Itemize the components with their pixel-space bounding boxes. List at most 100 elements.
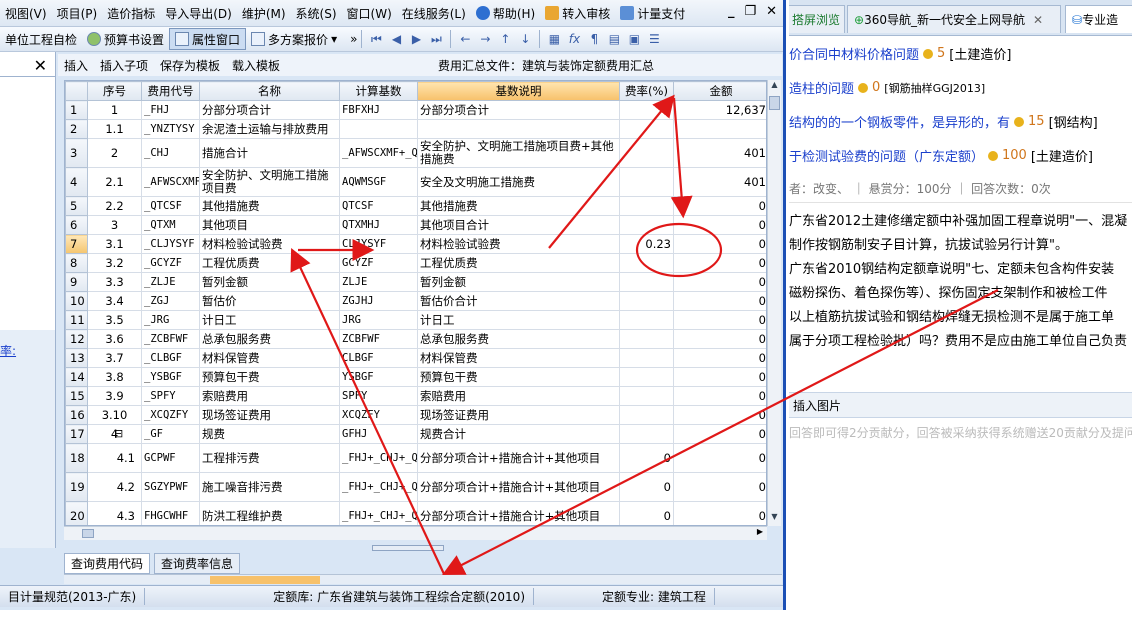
menu-view[interactable]: 视图(V) [0, 5, 52, 22]
cell-base[interactable]: ZCBFWF [339, 329, 418, 349]
cell-rate[interactable] [619, 291, 674, 311]
cell-base[interactable]: QTXMHJ [339, 215, 418, 235]
scroll-thumb[interactable] [769, 96, 780, 110]
table-row[interactable]: 4 2.1 _AFWSCXMF 安全防护、文明施工措施项目费 AQWMSGF 安全及文明施… [65, 167, 766, 197]
cell-base[interactable]: GFHJ [339, 424, 418, 444]
cell-base-desc[interactable]: 总承包服务费 [417, 329, 620, 349]
cell-code[interactable]: _AFWSCXMF [141, 167, 200, 197]
vertical-scrollbar[interactable]: ▲ ▼ [767, 80, 781, 526]
cell-name[interactable]: 预算包干费 [199, 367, 340, 387]
cell-name[interactable]: 工程优质费 [199, 253, 340, 273]
table-row[interactable]: 6 3 _QTXM 其他项目 QTXMHJ 其他项目合计 0 [65, 215, 766, 235]
col-name[interactable]: 名称 [199, 81, 340, 101]
cell-base[interactable]: YSBGF [339, 367, 418, 387]
table-row[interactable]: 17 4 ⊟ _GF 规费 GFHJ 规费合计 0 [65, 424, 766, 444]
table-row[interactable]: 8 3.2 _GCYZF 工程优质费 GCYZF 工程优质费 0 [65, 253, 766, 273]
table-row[interactable]: 32_CHJ措施合计_AFWSCXMF+_QTCSF安全防护、文明施工措施项目费… [65, 138, 766, 168]
cell-code[interactable]: _YNZTYSY [141, 119, 200, 139]
cell-code[interactable]: _CLJYSYF [141, 234, 200, 254]
scroll-right-icon[interactable]: ▶ [757, 527, 763, 536]
arrow-right-icon[interactable]: → [477, 31, 493, 47]
cell-base[interactable]: _FHJ+_CHJ+_QTXM [339, 443, 418, 473]
cell-seq[interactable]: 4.3 [87, 501, 142, 525]
cell-name[interactable]: 材料检验试验费 [199, 234, 340, 254]
cell-amount[interactable]: 0 [673, 424, 766, 444]
cell-rate[interactable] [619, 119, 674, 139]
question-tag[interactable]: [土建造价] [949, 44, 1011, 63]
table-row[interactable]: 7 3.1 _CLJYSYF 材料检验试验费 CLJYSYF 材料检验试验费 0.23 0 [65, 234, 766, 254]
cell-name[interactable]: 规费 [199, 424, 340, 444]
cell-rate[interactable]: 0 [619, 443, 674, 473]
cell-code[interactable]: _SPFY [141, 386, 200, 406]
cell-rate[interactable] [619, 100, 674, 120]
tab-query-fee-code[interactable]: 查询费用代码 [64, 552, 151, 574]
cell-base[interactable]: FBFXHJ [339, 100, 418, 120]
cell-amount[interactable]: 0 [673, 386, 766, 406]
menu-import-export[interactable]: 导入导出(D) [160, 5, 237, 22]
cell-code[interactable]: SGZYPWF [141, 472, 200, 502]
last-icon[interactable]: ⏭ [428, 31, 444, 47]
table-row[interactable]: 5 2.2 _QTCSF 其他措施费 QTCSF 其他措施费 0 [65, 196, 766, 216]
paragraph-icon[interactable]: ¶ [586, 31, 602, 47]
cell-base-desc[interactable]: 暂估价合计 [417, 291, 620, 311]
cell-seq[interactable]: 3.2 [87, 253, 142, 273]
cell-base-desc[interactable]: 材料检验试验费 [417, 234, 620, 254]
cell-rate[interactable] [619, 367, 674, 387]
table-row[interactable]: 15 3.9 _SPFY 索赔费用 SPFY 索赔费用 0 [65, 386, 766, 406]
cell-seq[interactable]: 3.3 [87, 272, 142, 292]
cell-amount[interactable] [673, 119, 766, 139]
question-item[interactable]: 造柱的问题 0 [钢筋抽样GGJ2013] [789, 78, 1132, 97]
close-icon[interactable]: ✕ [766, 4, 777, 19]
menu-online-service[interactable]: 在线服务(L) [397, 5, 471, 22]
budget-settings-button[interactable]: 预算书设置 [82, 28, 169, 50]
cell-rate[interactable] [619, 310, 674, 330]
load-template-button[interactable]: 载入模板 [226, 57, 286, 74]
cell-rate[interactable] [619, 424, 674, 444]
multi-plan-button[interactable]: 多方案报价 ▾ [246, 28, 342, 50]
insert-button[interactable]: 插入 [58, 57, 94, 74]
cell-code[interactable]: _YSBGF [141, 367, 200, 387]
arrow-up-icon[interactable]: ↑ [497, 31, 513, 47]
list-icon[interactable]: ☰ [646, 31, 662, 47]
cell-rate[interactable] [619, 348, 674, 368]
cell-base[interactable]: CLBGF [339, 348, 418, 368]
cell-amount[interactable]: 0 [673, 501, 766, 525]
cell-amount[interactable]: 0 [673, 291, 766, 311]
cell-code[interactable]: _QTCSF [141, 196, 200, 216]
table-row[interactable]: 9 3.3 _ZLJE 暂列金额 ZLJE 暂列金额 0 [65, 272, 766, 292]
cell-amount[interactable]: 401 [673, 167, 766, 197]
scroll-up-icon[interactable]: ▲ [768, 80, 781, 94]
cell-base[interactable]: _AFWSCXMF+_QTCSF [339, 138, 418, 168]
scroll-down-icon[interactable]: ▼ [768, 512, 781, 526]
menu-project[interactable]: 项目(P) [52, 5, 103, 22]
cell-base-desc[interactable]: 计日工 [417, 310, 620, 330]
cell-code[interactable]: _ZLJE [141, 272, 200, 292]
cell-base[interactable]: _FHJ+_CHJ+_QTXM [339, 501, 418, 525]
cell-base[interactable]: JRG [339, 310, 418, 330]
cell-amount[interactable]: 0 [673, 405, 766, 425]
cell-code[interactable]: _QTXM [141, 215, 200, 235]
col-code[interactable]: 费用代号 [141, 81, 200, 101]
cell-amount[interactable]: 0 [673, 367, 766, 387]
chart-icon[interactable]: ▣ [626, 31, 642, 47]
cell-base-desc[interactable]: 材料保管费 [417, 348, 620, 368]
cell-rate[interactable] [619, 138, 674, 168]
pane-splitter[interactable] [372, 545, 444, 551]
cell-amount[interactable]: 0 [673, 253, 766, 273]
question-item[interactable]: 于检测试验费的问题（广东定额） 100 [土建造价] [789, 146, 1132, 165]
cell-base[interactable]: SPFY [339, 386, 418, 406]
cell-name[interactable]: 总承包服务费 [199, 329, 340, 349]
cell-rate[interactable] [619, 405, 674, 425]
question-title[interactable]: 于检测试验费的问题（广东定额） [789, 146, 984, 165]
cell-rate[interactable]: 0 [619, 472, 674, 502]
cell-name[interactable]: 暂估价 [199, 291, 340, 311]
cell-seq[interactable]: 3.8 [87, 367, 142, 387]
arrow-down-icon[interactable]: ↓ [517, 31, 533, 47]
unit-check-button[interactable]: 单位工程自检 [0, 28, 82, 50]
menu-window[interactable]: 窗口(W) [342, 5, 397, 22]
cell-rate[interactable] [619, 215, 674, 235]
cell-base-desc[interactable] [417, 119, 620, 139]
cell-name[interactable]: 工程排污费 [199, 443, 340, 473]
cell-base-desc[interactable]: 暂列金额 [417, 272, 620, 292]
cell-seq[interactable]: 2 [87, 138, 142, 168]
